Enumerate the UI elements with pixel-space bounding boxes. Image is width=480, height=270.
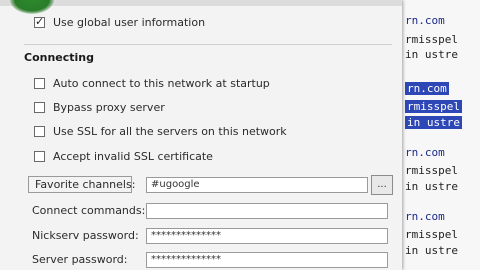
accept-invalid-cert-row[interactable]: Accept invalid SSL certificate [34,150,213,163]
editor-line: in ustre [405,180,458,193]
editor-line[interactable]: in ustre [405,116,462,129]
favorite-channels-label: Favorite channels: [28,176,135,193]
use-global-user-info-row[interactable]: Use global user information [34,15,206,29]
auto-connect-label: Auto connect to this network at startup [53,77,270,90]
use-ssl-label: Use SSL for all the servers on this netw… [53,125,287,138]
accept-invalid-cert-label: Accept invalid SSL certificate [53,150,213,163]
editor-line: rn.com [405,146,445,159]
connect-commands-label: Connect commands: [32,204,146,217]
editor-line: in ustre [405,48,458,61]
editor-line: rn.com [405,14,445,27]
section-title-connecting: Connecting [24,51,95,64]
editor-line[interactable]: rmisspel [405,100,462,113]
editor-line: rmisspel [405,228,458,241]
use-ssl-row[interactable]: Use SSL for all the servers on this netw… [34,125,287,138]
dialog-top-edge [0,0,402,6]
editor-line[interactable]: rn.com [405,82,449,95]
background-editor: rn.com rmisspel in ustre rn.com rmisspel… [400,0,480,270]
use-global-user-info-checkbox[interactable] [34,15,45,28]
favorite-channels-input[interactable]: #ugoogle [146,177,368,193]
accept-invalid-cert-checkbox[interactable] [34,151,45,162]
auto-connect-row[interactable]: Auto connect to this network at startup [34,77,270,90]
bypass-proxy-label: Bypass proxy server [53,101,165,114]
use-ssl-checkbox[interactable] [34,126,45,137]
editor-line: in ustre [405,244,458,257]
section-separator [24,44,392,45]
editor-line: rmisspel [405,33,458,46]
network-settings-dialog: Use global user information Connecting A… [0,0,402,270]
bypass-proxy-checkbox[interactable] [34,102,45,113]
connect-commands-input[interactable] [146,203,388,219]
use-global-user-info-label: Use global user information [53,16,206,29]
auto-connect-checkbox[interactable] [34,78,45,89]
bypass-proxy-row[interactable]: Bypass proxy server [34,101,165,114]
favorite-channels-browse-button[interactable]: ... [371,175,393,195]
editor-line: rn.com [405,210,445,223]
nickserv-password-label: Nickserv password: [32,229,139,242]
nickserv-password-input[interactable]: ************** [146,228,388,244]
server-password-label: Server password: [32,253,128,266]
server-password-input[interactable]: ************** [146,252,388,268]
app-logo-icon [10,0,54,14]
editor-line: rmisspel [405,164,458,177]
